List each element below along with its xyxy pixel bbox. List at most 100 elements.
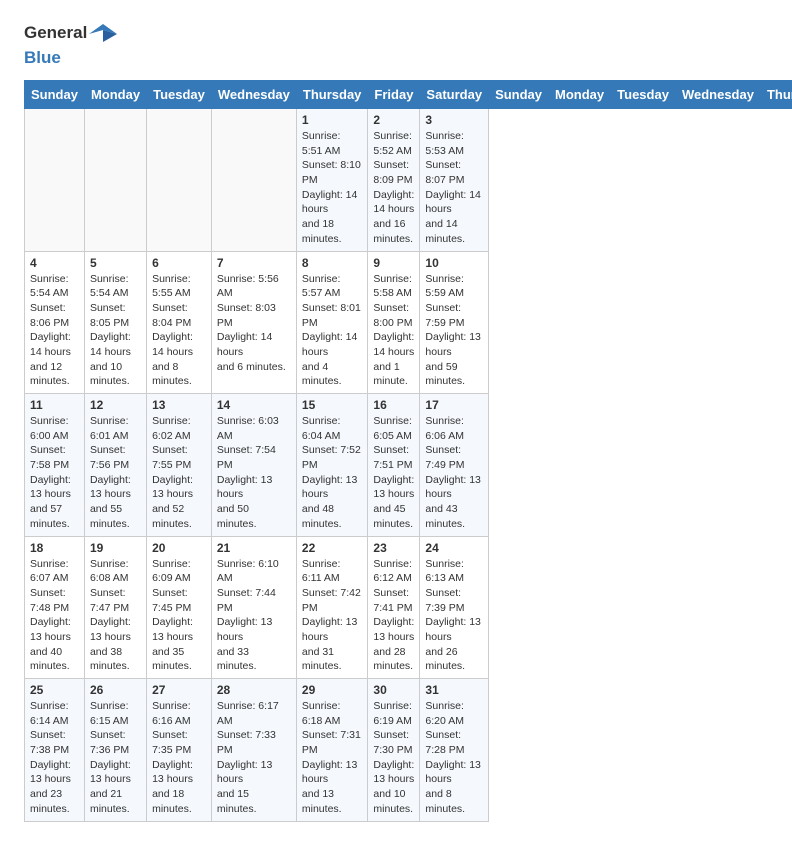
day-number: 30 [373,683,414,697]
calendar-week-row: 4Sunrise: 5:54 AMSunset: 8:06 PMDaylight… [25,251,792,394]
cell-text: Daylight: 14 hours [90,330,141,359]
cell-text: Daylight: 13 hours [302,758,363,787]
cell-text: Sunrise: 6:02 AM [152,414,206,443]
cell-text: and 15 minutes. [217,787,291,816]
cell-text: Sunset: 8:00 PM [373,301,414,330]
cell-text: Daylight: 14 hours [217,330,291,359]
cell-text: and 12 minutes. [30,360,79,389]
calendar-cell: 5Sunrise: 5:54 AMSunset: 8:05 PMDaylight… [84,251,146,394]
calendar-cell: 25Sunrise: 6:14 AMSunset: 7:38 PMDayligh… [25,679,85,822]
cell-text: Sunrise: 6:07 AM [30,557,79,586]
day-of-week-header: Monday [549,81,611,109]
cell-text: Daylight: 13 hours [373,615,414,644]
cell-text: Sunset: 7:54 PM [217,443,291,472]
calendar-week-row: 18Sunrise: 6:07 AMSunset: 7:48 PMDayligh… [25,536,792,679]
cell-text: Sunset: 7:55 PM [152,443,206,472]
cell-text: Sunrise: 6:16 AM [152,699,206,728]
calendar-cell: 16Sunrise: 6:05 AMSunset: 7:51 PMDayligh… [368,394,420,537]
cell-text: Daylight: 13 hours [217,615,291,644]
calendar-cell: 26Sunrise: 6:15 AMSunset: 7:36 PMDayligh… [84,679,146,822]
cell-text: Daylight: 14 hours [30,330,79,359]
cell-text: and 8 minutes. [425,787,483,816]
calendar-cell: 14Sunrise: 6:03 AMSunset: 7:54 PMDayligh… [211,394,296,537]
cell-text: Daylight: 13 hours [302,615,363,644]
cell-text: Sunset: 7:39 PM [425,586,483,615]
cell-text: and 45 minutes. [373,502,414,531]
calendar-cell: 7Sunrise: 5:56 AMSunset: 8:03 PMDaylight… [211,251,296,394]
cell-text: Sunset: 7:45 PM [152,586,206,615]
calendar-cell: 11Sunrise: 6:00 AMSunset: 7:58 PMDayligh… [25,394,85,537]
cell-text: Daylight: 13 hours [90,758,141,787]
cell-text: Daylight: 13 hours [373,473,414,502]
cell-text: Sunrise: 5:54 AM [30,272,79,301]
cell-text: Sunrise: 6:15 AM [90,699,141,728]
day-of-week-header: Tuesday [611,81,676,109]
cell-text: Daylight: 13 hours [217,758,291,787]
cell-text: and 52 minutes. [152,502,206,531]
calendar-cell: 30Sunrise: 6:19 AMSunset: 7:30 PMDayligh… [368,679,420,822]
cell-text: and 48 minutes. [302,502,363,531]
cell-text: and 33 minutes. [217,645,291,674]
day-of-week-header: Wednesday [211,81,296,109]
day-number: 3 [425,113,483,127]
cell-text: Sunset: 7:48 PM [30,586,79,615]
cell-text: and 21 minutes. [90,787,141,816]
cell-text: Sunrise: 6:14 AM [30,699,79,728]
cell-text: Sunrise: 5:53 AM [425,129,483,158]
calendar-cell: 17Sunrise: 6:06 AMSunset: 7:49 PMDayligh… [420,394,489,537]
cell-text: Sunrise: 5:57 AM [302,272,363,301]
cell-text: Daylight: 13 hours [90,615,141,644]
cell-text: Sunset: 7:42 PM [302,586,363,615]
cell-text: Sunrise: 6:18 AM [302,699,363,728]
cell-text: Sunrise: 6:00 AM [30,414,79,443]
cell-text: Daylight: 14 hours [425,188,483,217]
cell-text: Daylight: 14 hours [373,188,414,217]
cell-text: Sunrise: 6:05 AM [373,414,414,443]
day-number: 16 [373,398,414,412]
calendar-cell [84,109,146,252]
cell-text: Sunset: 8:05 PM [90,301,141,330]
day-of-week-header: Thursday [760,81,792,109]
cell-text: Sunset: 8:06 PM [30,301,79,330]
day-of-week-header: Sunday [25,81,85,109]
day-of-week-header: Saturday [420,81,489,109]
cell-text: and 55 minutes. [90,502,141,531]
cell-text: Daylight: 13 hours [425,615,483,644]
calendar-cell [147,109,212,252]
day-of-week-header: Thursday [296,81,368,109]
cell-text: Sunset: 8:09 PM [373,158,414,187]
cell-text: Daylight: 13 hours [30,615,79,644]
cell-text: and 23 minutes. [30,787,79,816]
cell-text: Sunrise: 6:01 AM [90,414,141,443]
cell-text: and 18 minutes. [152,787,206,816]
cell-text: Sunrise: 6:08 AM [90,557,141,586]
cell-text: Daylight: 13 hours [373,758,414,787]
cell-text: Daylight: 14 hours [302,330,363,359]
cell-text: Sunset: 7:58 PM [30,443,79,472]
day-number: 6 [152,256,206,270]
cell-text: Daylight: 13 hours [30,758,79,787]
cell-text: Sunrise: 6:06 AM [425,414,483,443]
cell-text: Sunrise: 6:12 AM [373,557,414,586]
day-number: 25 [30,683,79,697]
day-number: 9 [373,256,414,270]
cell-text: and 18 minutes. [302,217,363,246]
cell-text: Sunset: 7:36 PM [90,728,141,757]
cell-text: Daylight: 13 hours [425,473,483,502]
day-number: 17 [425,398,483,412]
calendar-cell: 8Sunrise: 5:57 AMSunset: 8:01 PMDaylight… [296,251,368,394]
calendar-cell: 13Sunrise: 6:02 AMSunset: 7:55 PMDayligh… [147,394,212,537]
cell-text: Sunset: 7:33 PM [217,728,291,757]
cell-text: Sunset: 8:10 PM [302,158,363,187]
day-number: 29 [302,683,363,697]
cell-text: Daylight: 13 hours [152,473,206,502]
day-of-week-header: Monday [84,81,146,109]
cell-text: and 57 minutes. [30,502,79,531]
day-number: 4 [30,256,79,270]
cell-text: and 13 minutes. [302,787,363,816]
calendar-cell: 23Sunrise: 6:12 AMSunset: 7:41 PMDayligh… [368,536,420,679]
cell-text: Sunset: 7:47 PM [90,586,141,615]
cell-text: and 10 minutes. [90,360,141,389]
calendar-cell: 22Sunrise: 6:11 AMSunset: 7:42 PMDayligh… [296,536,368,679]
cell-text: Daylight: 14 hours [152,330,206,359]
